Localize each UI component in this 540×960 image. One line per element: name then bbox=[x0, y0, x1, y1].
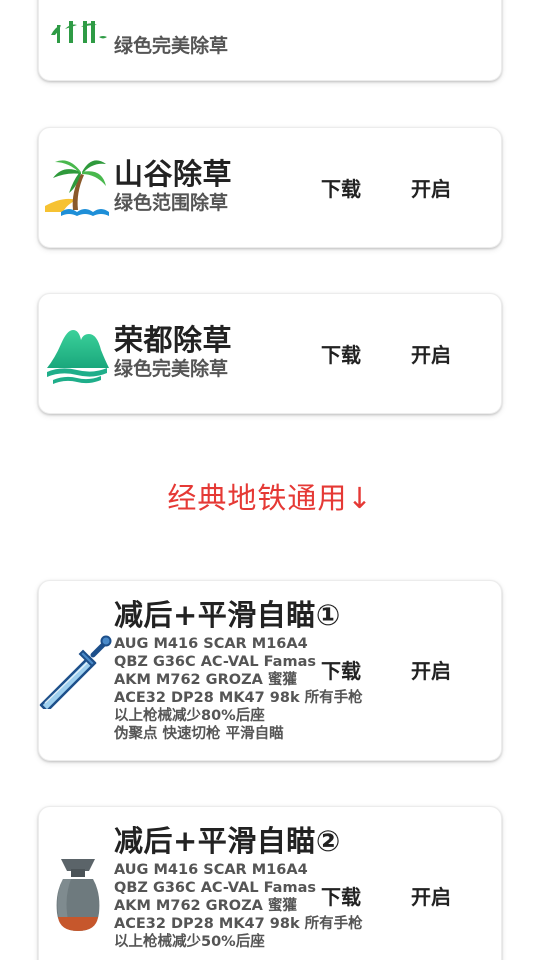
weed-card-top: 绿色完美除草 bbox=[38, 0, 502, 81]
download-button[interactable]: 下载 bbox=[301, 335, 381, 375]
card-subtitle: 绿色完美除草 bbox=[114, 35, 229, 57]
card-title: 山谷除草 bbox=[114, 157, 233, 191]
card-title: 荣都除草 bbox=[114, 323, 233, 357]
mountain-icon bbox=[43, 322, 111, 390]
feature-line: 以上枪械减少50%后座 bbox=[114, 934, 265, 950]
recoil-aim-card-1: 减后+平滑自瞄① AUG M416 SCAR M16A4 QBZ G36C AC… bbox=[38, 580, 502, 761]
valley-weed-card: 山谷除草 绿色范围除草 下载 开启 bbox=[38, 127, 502, 248]
card-subtitle: 绿色完美除草 bbox=[114, 358, 229, 380]
download-button[interactable]: 下载 bbox=[301, 169, 381, 209]
open-button[interactable]: 开启 bbox=[391, 169, 471, 209]
feature-line: ACE32 DP28 MK47 98k 所有手枪 bbox=[114, 690, 363, 706]
recoil-aim-card-2: 减后+平滑自瞄② AUG M416 SCAR M16A4 QBZ G36C AC… bbox=[38, 806, 502, 960]
card-title: 减后+平滑自瞄② bbox=[114, 824, 341, 858]
download-button[interactable]: 下载 bbox=[301, 651, 381, 691]
screen: 绿色完美除草 山谷除草 绿色范围除草 下载 开启 荣都除草 绿色完美除草 下载 … bbox=[0, 0, 540, 960]
feature-line: 以上枪械减少80%后座 bbox=[114, 708, 265, 724]
open-button[interactable]: 开启 bbox=[391, 877, 471, 917]
card-title: 减后+平滑自瞄① bbox=[114, 598, 341, 632]
leaf-logo-icon bbox=[43, 7, 111, 47]
open-button[interactable]: 开启 bbox=[391, 335, 471, 375]
feature-line: 伪聚点 快速切枪 平滑自瞄 bbox=[114, 726, 284, 742]
open-button[interactable]: 开启 bbox=[391, 651, 471, 691]
download-button[interactable]: 下载 bbox=[301, 877, 381, 917]
palm-tree-icon bbox=[43, 154, 111, 222]
section-heading: 经典地铁通用↓ bbox=[167, 481, 373, 515]
card-subtitle: 绿色范围除草 bbox=[114, 192, 229, 214]
feature-line: ACE32 DP28 MK47 98k 所有手枪 bbox=[114, 916, 363, 932]
rongdu-weed-card: 荣都除草 绿色完美除草 下载 开启 bbox=[38, 293, 502, 414]
sword-icon bbox=[39, 631, 115, 713]
bomb-icon bbox=[53, 857, 103, 937]
